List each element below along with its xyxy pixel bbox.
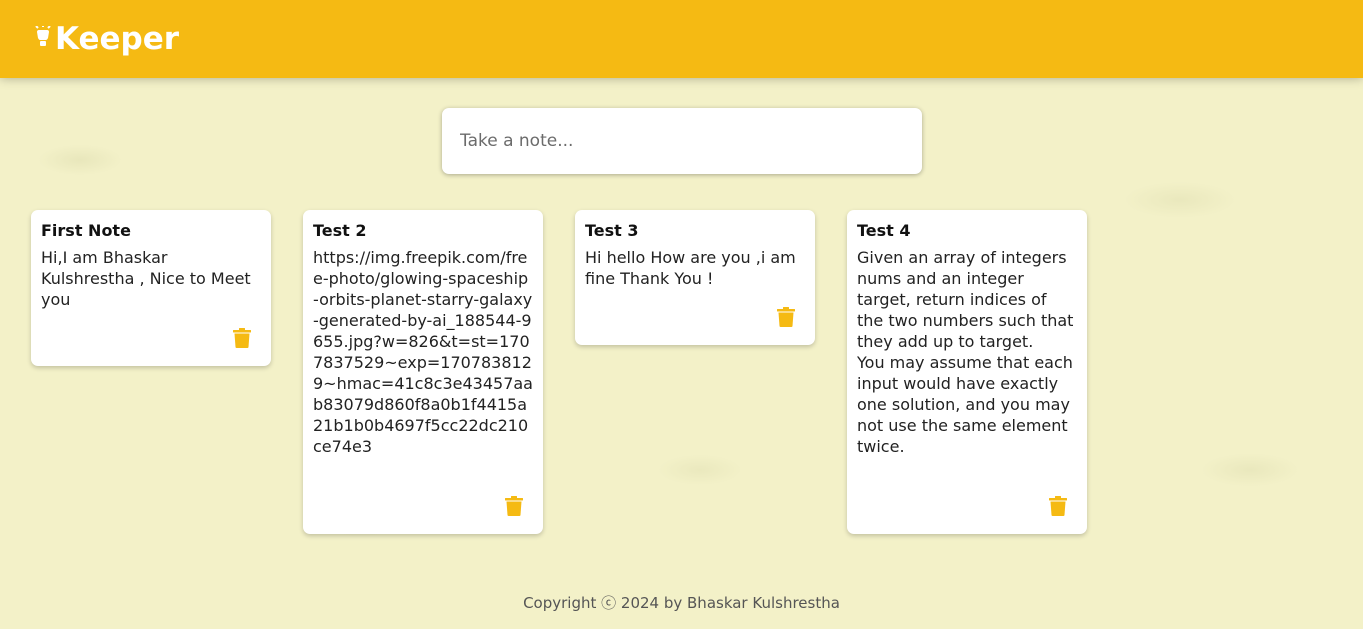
note-content: Hi,I am Bhaskar Kulshrestha , Nice to Me… xyxy=(41,248,256,309)
trash-icon xyxy=(233,328,251,348)
note-input[interactable] xyxy=(460,131,904,151)
note-title: Test 4 xyxy=(857,221,911,240)
delete-button[interactable] xyxy=(777,307,795,327)
note-content: https://img.freepik.com/free-photo/glowi… xyxy=(313,248,533,456)
create-note-area[interactable] xyxy=(442,108,922,174)
app-header: Keeper xyxy=(0,0,1363,78)
trash-icon xyxy=(777,307,795,327)
note-card: Test 4 Given an array of integers nums a… xyxy=(847,210,1087,534)
delete-button[interactable] xyxy=(233,328,251,348)
note-content: Given an array of integers nums and an i… xyxy=(857,248,1074,456)
trash-icon xyxy=(505,496,523,516)
note-card: First Note Hi,I am Bhaskar Kulshrestha ,… xyxy=(31,210,271,366)
note-title: Test 2 xyxy=(313,221,367,240)
delete-button[interactable] xyxy=(1049,496,1067,516)
footer-copyright: Copyright ⓒ 2024 by Bhaskar Kulshrestha xyxy=(523,594,840,612)
note-title: Test 3 xyxy=(585,221,639,240)
app-title: Keeper xyxy=(55,21,180,57)
delete-button[interactable] xyxy=(505,496,523,516)
note-card: Test 3 Hi hello How are you ,i am fine T… xyxy=(575,210,815,345)
trash-icon xyxy=(1049,496,1067,516)
note-card: Test 2 https://img.freepik.com/free-phot… xyxy=(303,210,543,534)
note-title: First Note xyxy=(41,221,131,240)
note-content: Hi hello How are you ,i am fine Thank Yo… xyxy=(585,248,801,288)
lightbulb-icon xyxy=(35,26,51,46)
